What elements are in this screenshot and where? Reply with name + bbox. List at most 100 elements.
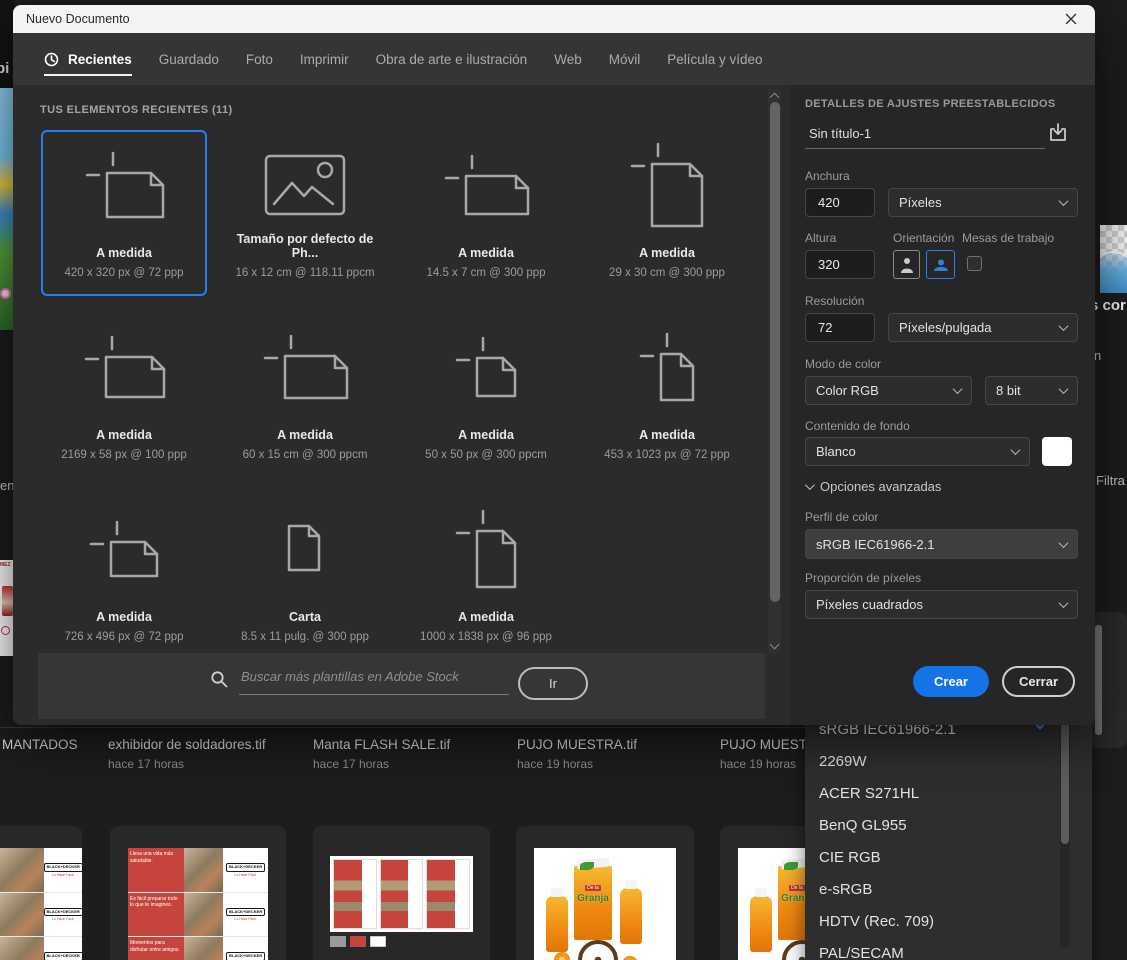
background-contents-select[interactable]: Blanco (805, 437, 1030, 466)
save-preset-icon[interactable] (1046, 121, 1070, 150)
pixel-ratio-label: Proporción de píxeles (805, 571, 922, 585)
mini-flyer-graphic (426, 859, 471, 929)
chevron-down-icon (1058, 537, 1069, 548)
menu-item[interactable]: PAL/SECAM (805, 938, 1092, 960)
chevron-up-icon[interactable] (769, 92, 780, 103)
file-item[interactable]: PUJO MUESTRA.tif hace 19 horas (517, 737, 637, 771)
dialog-tabbar: Recientes Guardado Foto Imprimir Obra de… (13, 33, 1095, 85)
preset-tile[interactable]: A medida 29 x 30 cm @ 300 ppp (584, 130, 750, 296)
file-thumbnail-card[interactable]: Lleva una vida más saludable. BLACK+DECK… (110, 826, 286, 960)
custom-doc-icon (586, 314, 748, 420)
menu-item[interactable]: ACER S271HL (805, 778, 1092, 810)
preset-tile[interactable]: A medida 2169 x 58 px @ 100 ppp (41, 312, 207, 478)
height-input[interactable] (806, 251, 874, 278)
leaf-graphic (580, 862, 594, 870)
color-mode-select[interactable]: Color RGB (805, 376, 972, 405)
background-thumbnail-left[interactable]: MEZ (0, 560, 14, 656)
file-name: MANTADOS (2, 737, 78, 752)
pixel-ratio-select[interactable]: Píxeles cuadrados (805, 590, 1078, 619)
preset-dims: 50 x 50 px @ 300 ppcm (425, 449, 547, 461)
badge-graphic (1, 626, 10, 635)
preset-tile[interactable]: A medida 453 x 1023 px @ 72 ppp (584, 312, 750, 478)
thumb-text: MEZ (0, 562, 11, 568)
background-artwork-right (1100, 225, 1127, 293)
custom-doc-icon (43, 496, 205, 602)
tab-foto[interactable]: Foto (246, 33, 273, 85)
preset-name: A medida (96, 246, 152, 260)
preset-tile[interactable]: A medida 420 x 320 px @ 72 ppp (41, 130, 207, 296)
tab-pelicula-video[interactable]: Película y vídeo (667, 33, 762, 85)
resolution-input[interactable] (806, 314, 874, 341)
clock-icon (44, 52, 59, 66)
resolution-unit-select[interactable]: Píxeles/pulgada (888, 313, 1078, 342)
stock-search-input[interactable] (239, 668, 509, 685)
menu-item[interactable]: CIE RGB (805, 842, 1092, 874)
custom-doc-icon (405, 132, 567, 238)
tab-guardado[interactable]: Guardado (159, 33, 219, 85)
new-document-dialog: Nuevo Documento Recientes Guardado Foto … (13, 5, 1095, 725)
width-unit-select[interactable]: Píxeles (888, 188, 1078, 217)
juice-bottle-graphic (750, 888, 772, 952)
orange-slice-graphic (622, 956, 638, 960)
preset-tile[interactable]: Tamaño por defecto de Ph... 16 x 12 cm @… (222, 130, 388, 296)
close-button[interactable]: Cerrar (1002, 666, 1075, 697)
menu-item[interactable]: e-sRGB (805, 874, 1092, 906)
juice-bottle-graphic (620, 880, 642, 944)
scrollbar-thumb[interactable] (1095, 625, 1102, 735)
file-item[interactable]: Manta FLASH SALE.tif hace 17 horas (313, 737, 450, 771)
orientation-label: Orientación (893, 231, 955, 245)
preset-name: A medida (639, 246, 695, 260)
tab-recientes[interactable]: Recientes (44, 33, 132, 85)
tab-web[interactable]: Web (554, 33, 582, 85)
artboards-label: Mesas de trabajo (962, 231, 1055, 245)
orange-slice-graphic (554, 952, 570, 960)
close-icon[interactable] (1060, 8, 1082, 30)
chevron-down-icon[interactable] (769, 639, 780, 650)
preset-tile[interactable]: Carta 8.5 x 11 pulg. @ 300 ppp (222, 494, 388, 660)
file-item[interactable]: MANTADOS (2, 737, 78, 757)
orientation-landscape-button[interactable] (926, 250, 955, 279)
bit-depth-select[interactable]: 8 bit (985, 376, 1078, 405)
scrollbar-thumb[interactable] (769, 102, 780, 602)
grid-scrollbar[interactable] (768, 89, 781, 653)
file-thumbnail-card[interactable]: De la Granja (516, 826, 694, 960)
custom-doc-icon (405, 314, 567, 420)
tab-label: Imprimir (299, 51, 349, 67)
tab-label: Película y vídeo (667, 51, 763, 67)
slogan-block: Es fácil preparar todo lo que te imagine… (128, 892, 184, 937)
preset-name: A medida (96, 610, 152, 624)
photo-graphic (0, 848, 45, 892)
custom-doc-icon (405, 496, 567, 602)
width-input[interactable] (806, 189, 874, 216)
file-thumbnail-card[interactable] (313, 826, 490, 960)
preset-tile[interactable]: A medida 726 x 496 px @ 72 ppp (41, 494, 207, 660)
preset-tile[interactable]: A medida 14.5 x 7 cm @ 300 ppp (403, 130, 569, 296)
advanced-options-toggle[interactable]: Opciones avanzadas (804, 479, 941, 494)
background-color-swatch[interactable] (1042, 437, 1072, 466)
tab-imprimir[interactable]: Imprimir (300, 33, 349, 85)
file-item[interactable]: exhibidor de soldadores.tif hace 17 hora… (108, 737, 266, 771)
create-button[interactable]: Crear (913, 666, 989, 697)
tab-label: Recientes (68, 51, 132, 67)
preset-tile[interactable]: A medida 60 x 15 cm @ 300 ppcm (222, 312, 388, 478)
menu-item[interactable]: 2269W (805, 746, 1092, 778)
photo-graphic (0, 937, 45, 960)
orientation-portrait-button[interactable] (893, 250, 920, 279)
menu-item[interactable]: HDTV (Rec. 709) (805, 906, 1092, 938)
scrollbar-track[interactable] (1060, 718, 1070, 948)
preset-tile[interactable]: A medida 50 x 50 px @ 300 ppcm (403, 312, 569, 478)
tab-obra-de-arte[interactable]: Obra de arte e ilustración (376, 33, 528, 85)
color-mode-label: Modo de color (805, 357, 882, 371)
scrollbar-thumb[interactable] (1061, 722, 1069, 844)
file-thumbnail-card[interactable]: BLACK+DECKER Lo Hace Fácil. BLACK+DECKER… (0, 826, 82, 960)
wagon-wheel-graphic (578, 940, 618, 960)
preset-tile[interactable]: A medida 1000 x 1838 px @ 96 ppp (403, 494, 569, 660)
search-go-button[interactable]: Ir (518, 667, 588, 700)
document-name-input[interactable] (805, 119, 1045, 148)
recents-heading: TUS ELEMENTOS RECIENTES (11) (40, 104, 233, 116)
artboards-checkbox[interactable] (967, 256, 982, 271)
color-profile-select[interactable]: sRGB IEC61966-2.1 (805, 529, 1078, 559)
tab-movil[interactable]: Móvil (609, 33, 641, 85)
menu-item[interactable]: BenQ GL955 (805, 810, 1092, 842)
screen: bi en MEZ s cor n Filtra MANTADOS exhibi… (0, 0, 1127, 960)
